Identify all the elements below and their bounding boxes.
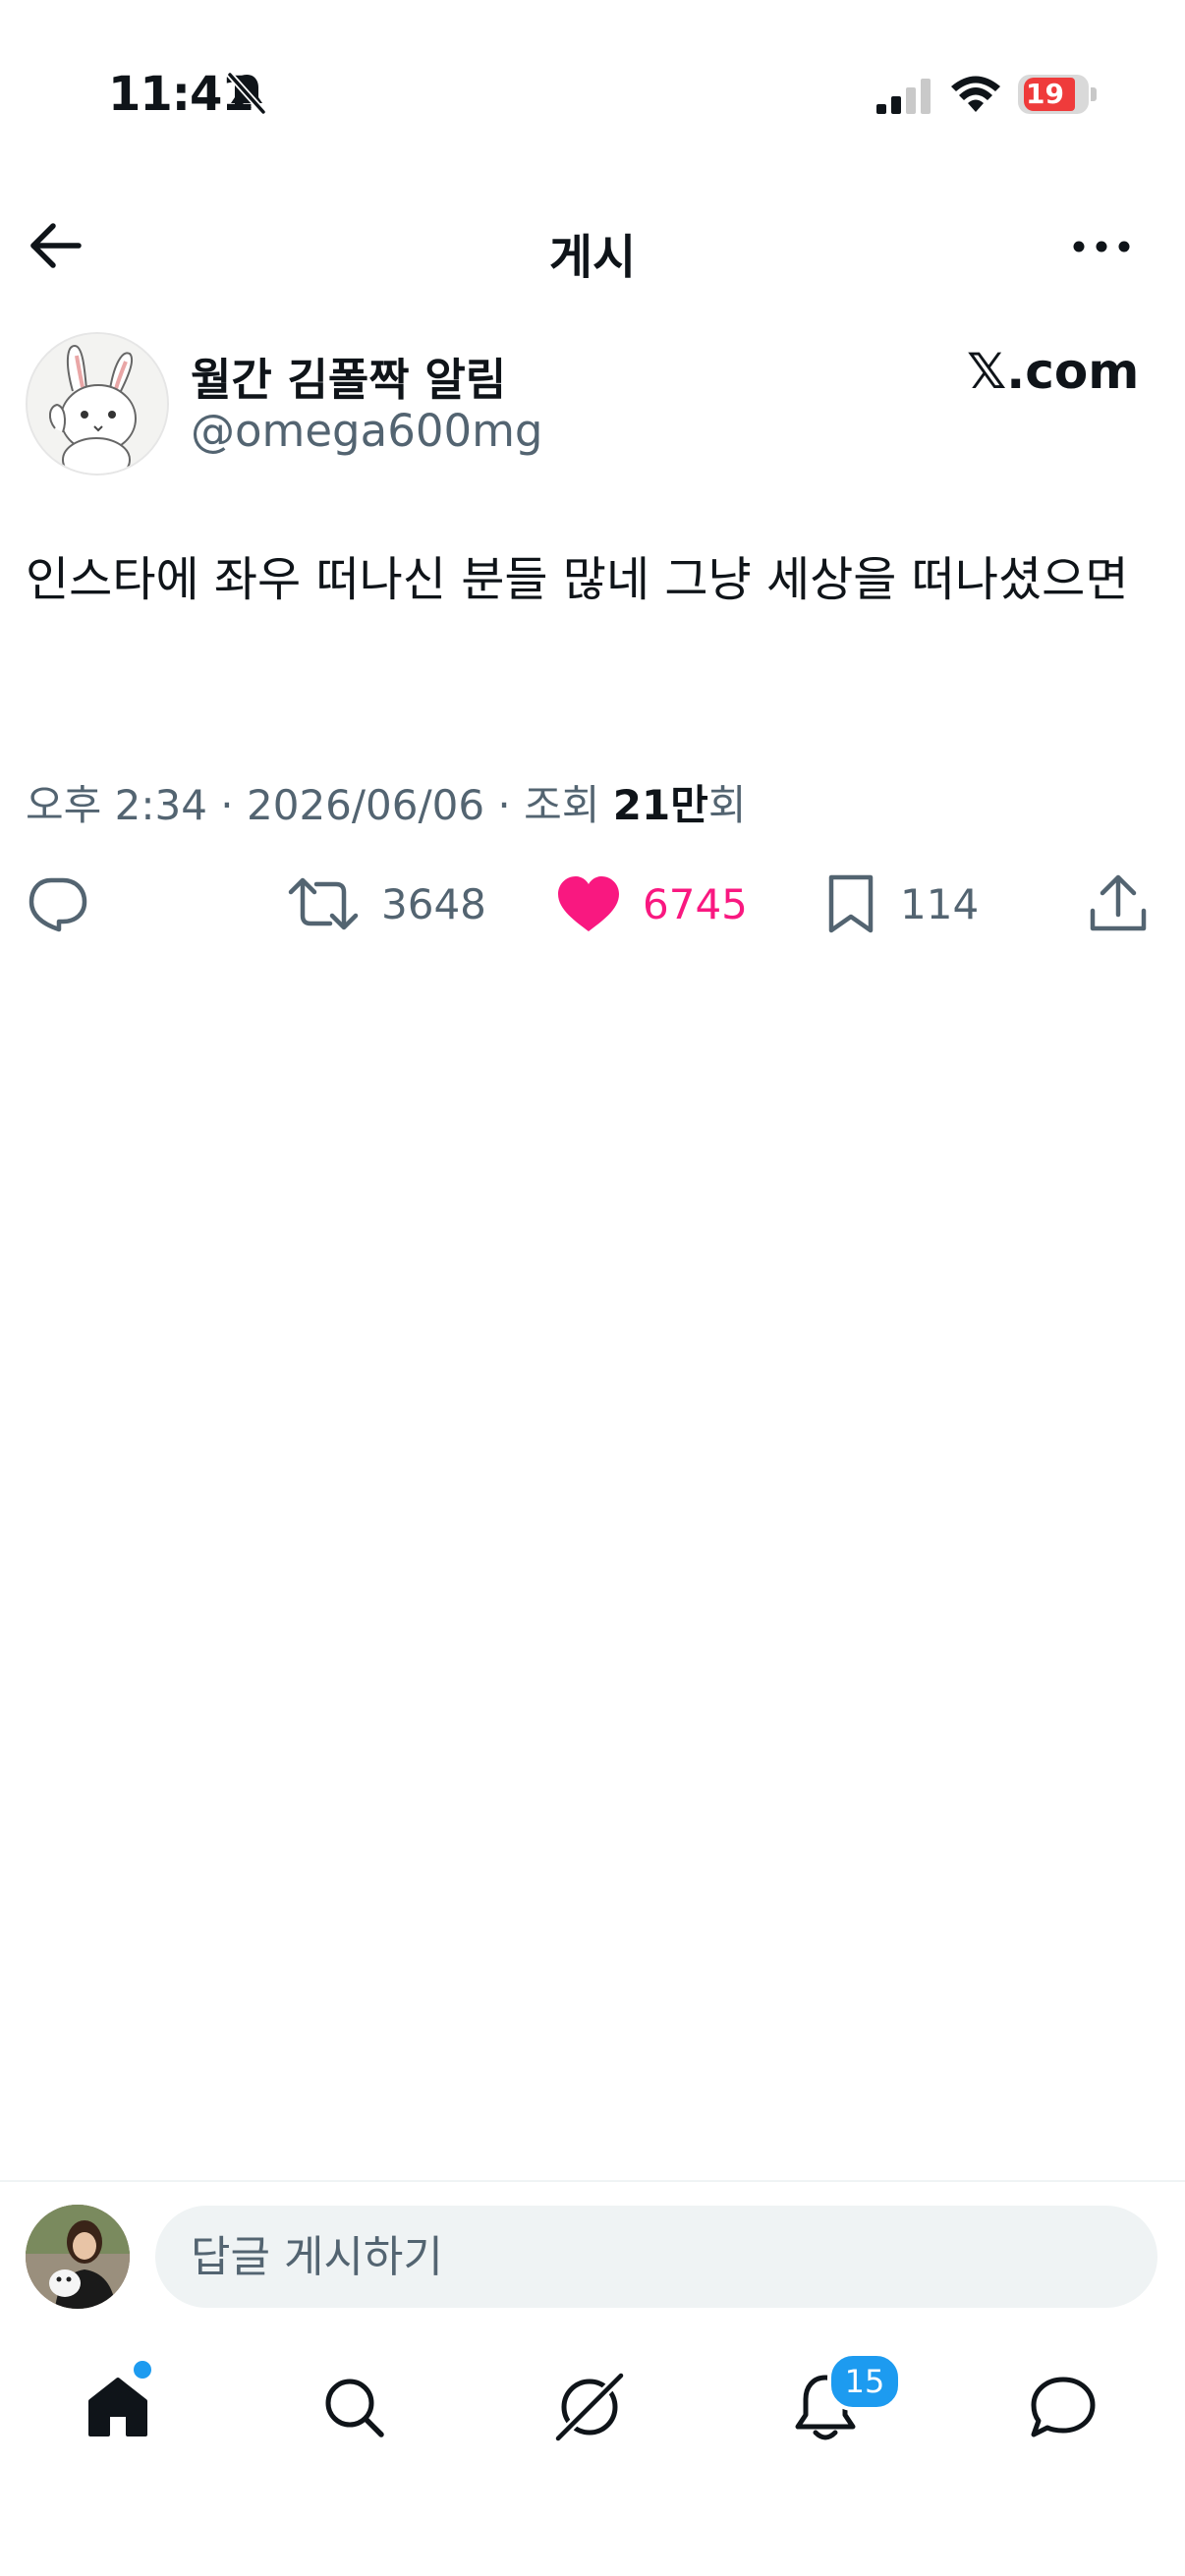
like-count: 6745 — [643, 879, 748, 928]
retweet-icon — [288, 877, 359, 930]
view-suffix: 회 — [707, 781, 747, 829]
reply-icon — [28, 877, 87, 932]
reply-button[interactable] — [26, 865, 88, 943]
post-text: 인스타에 좌우 떠나신 분들 많네 그냥 세상을 떠나셨으면 — [26, 552, 1129, 607]
home-icon — [88, 2378, 147, 2436]
bookmark-icon — [828, 874, 874, 933]
home-unread-dot — [134, 2361, 151, 2379]
tab-messages[interactable] — [1004, 2348, 1122, 2466]
bell-slash-icon — [227, 72, 266, 115]
retweet-button[interactable]: 3648 — [287, 865, 486, 943]
grok-icon — [552, 2370, 627, 2444]
author-handle[interactable]: @omega600mg — [191, 405, 542, 457]
share-button[interactable] — [1089, 865, 1148, 943]
post-timestamp: 오후 2:34 · 2026/06/06 · 조회 — [26, 781, 613, 829]
action-bar: 3648 6745 114 — [0, 865, 1185, 943]
messages-icon — [1031, 2377, 1096, 2437]
view-count[interactable]: 21만 — [613, 781, 708, 829]
cellular-signal-icon — [876, 79, 931, 114]
bookmark-button[interactable]: 114 — [823, 865, 979, 943]
search-icon — [325, 2379, 384, 2437]
tab-grok[interactable] — [531, 2348, 649, 2466]
divider — [0, 2180, 1185, 2182]
author-name[interactable]: 월간 김폴짝 알림 — [191, 344, 506, 408]
tab-search[interactable] — [295, 2348, 413, 2466]
author-avatar[interactable] — [26, 332, 169, 476]
share-icon — [1090, 874, 1147, 931]
more-icon[interactable] — [1071, 230, 1132, 263]
battery-percent: 19 — [1026, 78, 1064, 110]
wifi-icon — [951, 76, 1000, 112]
xcom-badge: 𝕏.com — [967, 343, 1140, 400]
like-button[interactable]: 6745 — [556, 865, 748, 943]
reply-input[interactable] — [155, 2206, 1157, 2308]
tab-bar — [0, 2348, 1185, 2466]
page-title: 게시 — [548, 230, 637, 285]
bookmark-count: 114 — [900, 879, 980, 928]
tab-home[interactable] — [59, 2348, 177, 2466]
status-bar: 11:41 19 — [0, 0, 1185, 187]
notifications-badge: 15 — [827, 2352, 902, 2411]
post-meta: 오후 2:34 · 2026/06/06 · 조회 21만회 — [26, 772, 747, 832]
user-avatar[interactable] — [26, 2205, 130, 2309]
battery-icon: 19 — [1018, 75, 1099, 114]
rabbit-avatar-icon — [28, 334, 167, 474]
retweet-count: 3648 — [381, 879, 486, 928]
heart-icon — [558, 876, 619, 931]
user-photo-icon — [26, 2205, 130, 2309]
header: 게시 — [0, 196, 1185, 295]
